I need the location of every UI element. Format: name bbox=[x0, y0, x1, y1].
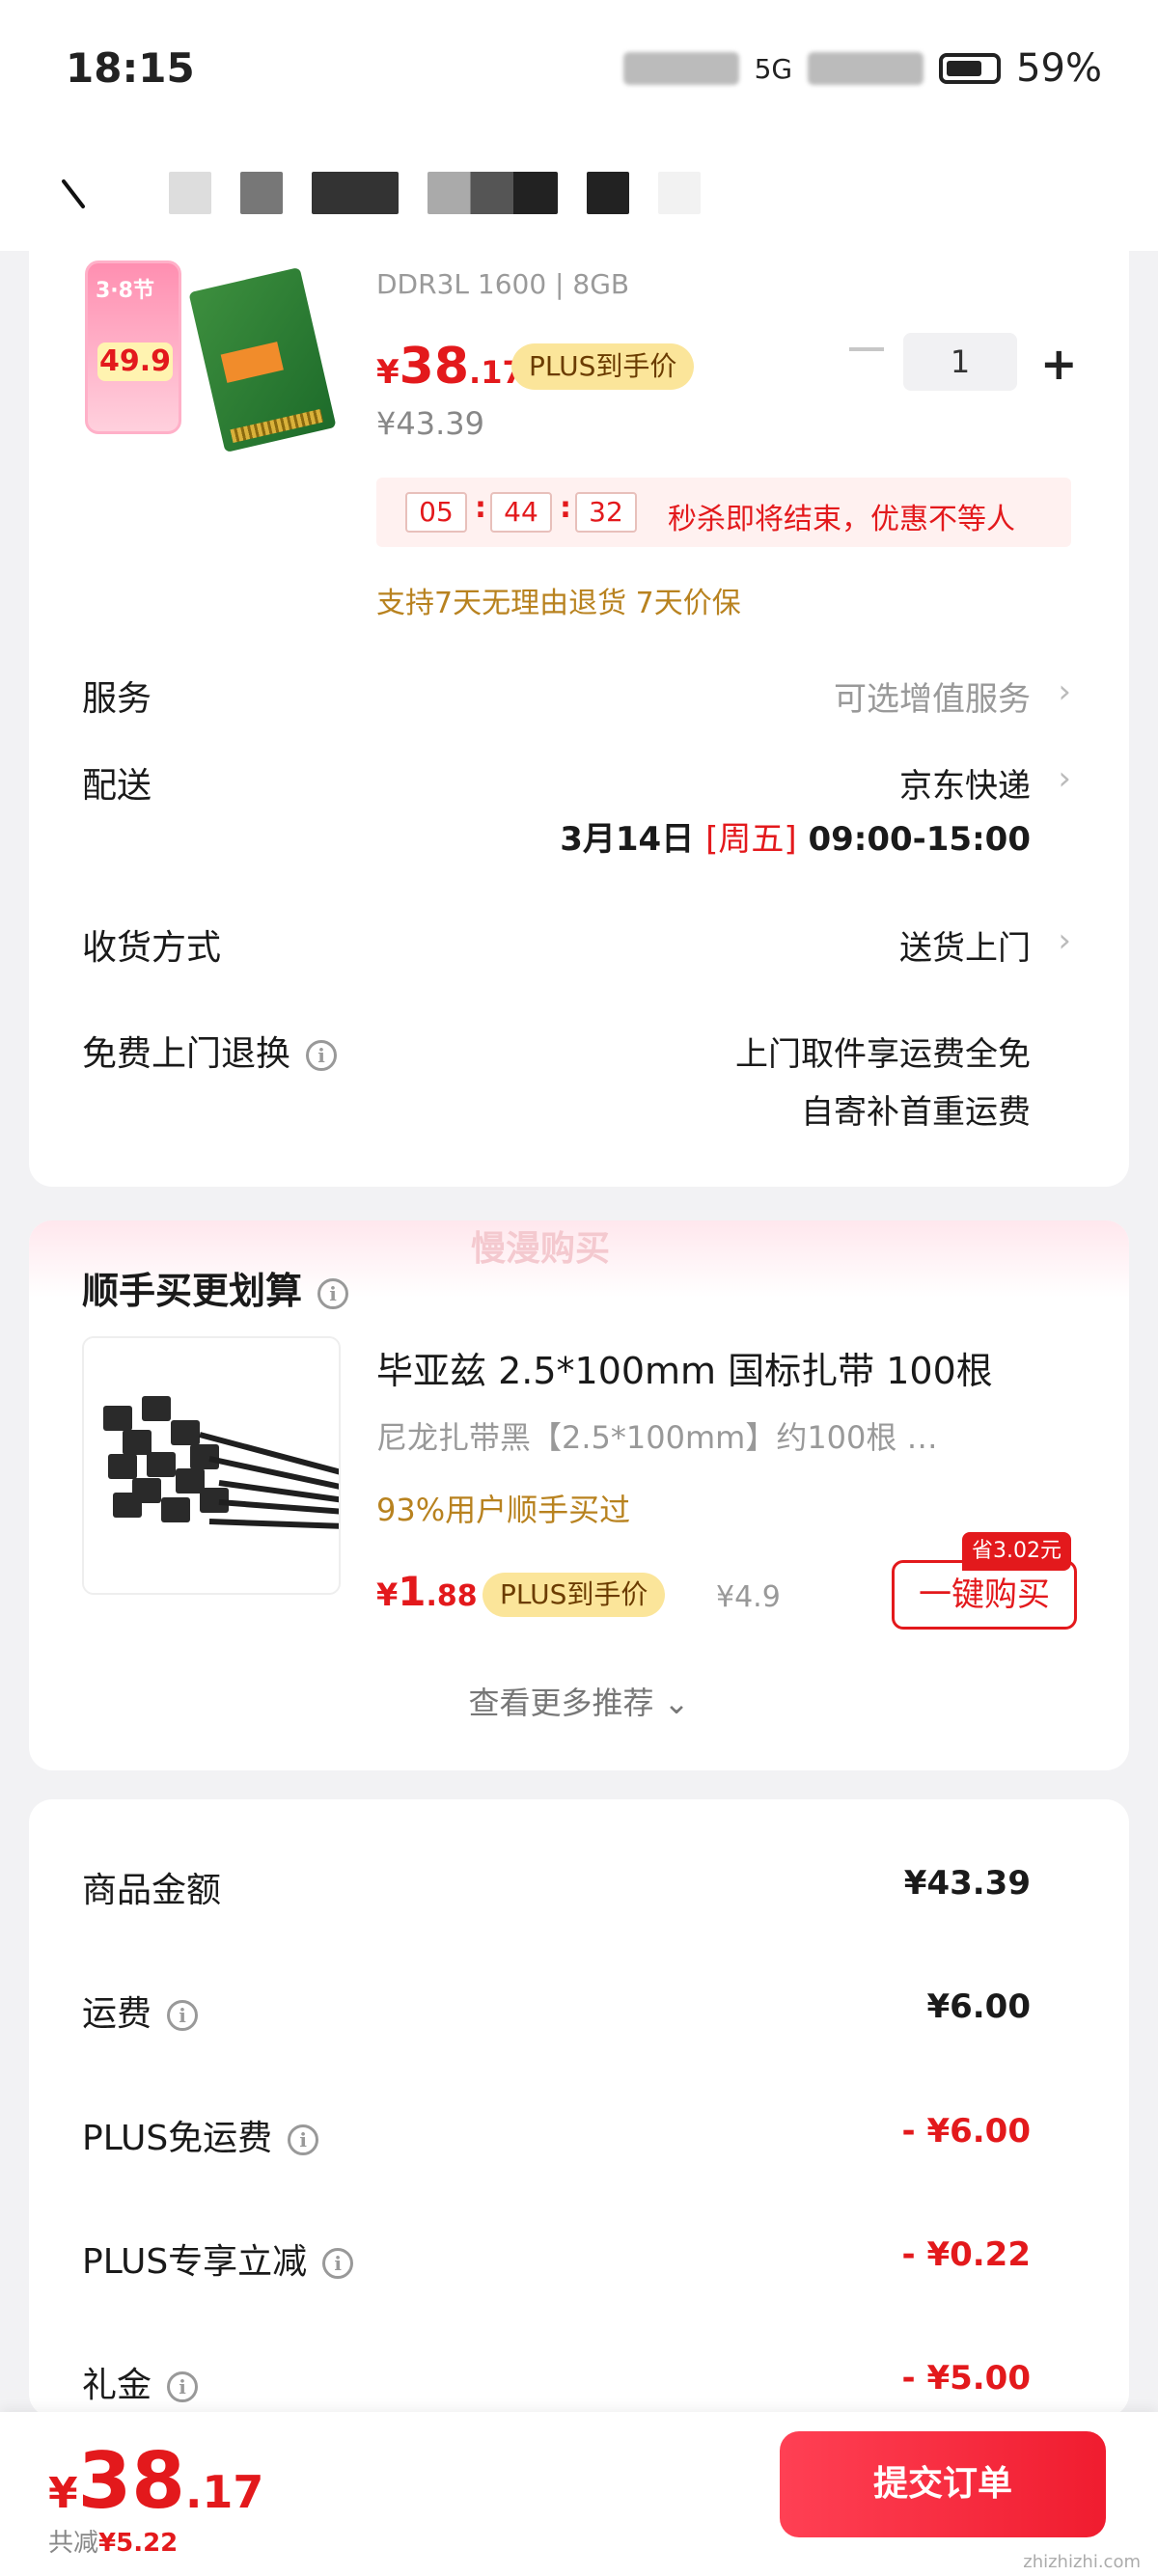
quantity-minus-button[interactable] bbox=[849, 347, 884, 351]
countdown-hours: 05 bbox=[405, 492, 467, 533]
service-value[interactable]: 可选增值服务 bbox=[834, 672, 1031, 720]
product-price: ¥38.17 bbox=[376, 338, 524, 396]
summary-label: PLUS专享立减 i bbox=[82, 2233, 354, 2284]
chevron-right-icon[interactable]: › bbox=[1058, 672, 1071, 711]
summary-value: - ¥6.00 bbox=[901, 2112, 1032, 2151]
receive-method-label: 收货方式 bbox=[82, 928, 222, 968]
recommend-title-text: 顺手买更划算 bbox=[82, 1270, 303, 1312]
free-return-value-2: 自寄补首重运费 bbox=[801, 1093, 1031, 1132]
plus-price-tag: PLUS到手价 bbox=[482, 1573, 666, 1617]
free-return-label-text: 免费上门退换 bbox=[82, 1034, 291, 1074]
promo-tag-title: 3·8节 bbox=[96, 279, 154, 303]
delivery-time: 09:00-15:00 bbox=[808, 820, 1031, 859]
flash-sale-countdown: 05 : 44 : 32 秒杀即将结束，优惠不等人 bbox=[376, 478, 1071, 547]
recommend-item-subtitle[interactable]: 尼龙扎带黑【2.5*100mm】约100根 … bbox=[376, 1413, 938, 1458]
recommend-item-title[interactable]: 毕亚兹 2.5*100mm 国标扎带 100根 bbox=[376, 1341, 993, 1394]
quantity-plus-button[interactable]: + bbox=[1040, 342, 1078, 386]
countdown-minutes: 44 bbox=[490, 492, 552, 533]
summary-label: 礼金 i bbox=[82, 2357, 199, 2407]
chevron-right-icon[interactable]: › bbox=[1058, 759, 1071, 798]
cable-ties-image bbox=[103, 1396, 339, 1529]
header-watermark: 慢漫购买 bbox=[471, 1229, 611, 1269]
more-recommend-link[interactable]: 查看更多推荐 ⌄ bbox=[0, 1679, 1158, 1723]
delivery-date-day: 3月14日 bbox=[560, 820, 695, 859]
saved-label: 共减 bbox=[48, 2529, 99, 2558]
summary-label: 商品金额 bbox=[82, 1862, 221, 1912]
plus-price-tag: PLUS到手价 bbox=[511, 343, 695, 390]
promo-tag-image: 3·8节 49.9 bbox=[85, 260, 181, 434]
wifi-icon bbox=[808, 52, 924, 85]
countdown-text: 秒杀即将结束，优惠不等人 bbox=[668, 503, 1015, 536]
info-icon[interactable]: i bbox=[322, 2248, 354, 2279]
summary-value: - ¥0.22 bbox=[901, 2235, 1032, 2274]
summary-value: ¥6.00 bbox=[926, 1987, 1031, 2026]
delivery-label: 配送 bbox=[82, 766, 152, 806]
status-icons: 5G 59% bbox=[622, 46, 1102, 91]
summary-label-text: PLUS专享立减 bbox=[82, 2242, 308, 2282]
info-icon[interactable]: i bbox=[167, 2371, 199, 2402]
promo-tag-price: 49.9 bbox=[97, 343, 173, 381]
receive-method-value[interactable]: 送货上门 bbox=[899, 921, 1031, 969]
countdown-seconds: 32 bbox=[575, 492, 637, 533]
summary-label-text: 运费 bbox=[82, 1994, 152, 2034]
recommend-item-bought: 93%用户顺手买过 bbox=[376, 1492, 631, 1528]
battery-icon bbox=[939, 53, 1002, 84]
recommend-item-image[interactable] bbox=[82, 1336, 341, 1595]
product-old-price: ¥43.39 bbox=[376, 405, 484, 442]
recommend-item-price: ¥1.88 bbox=[376, 1568, 478, 1615]
status-time: 18:15 bbox=[66, 44, 195, 92]
recommend-title: 顺手买更划算 i bbox=[82, 1261, 349, 1314]
service-label: 服务 bbox=[82, 679, 152, 719]
info-icon[interactable]: i bbox=[167, 2000, 199, 2031]
free-return-value-1: 上门取件享运费全免 bbox=[735, 1035, 1031, 1074]
summary-value: - ¥5.00 bbox=[901, 2359, 1032, 2398]
quantity-input[interactable]: 1 bbox=[903, 333, 1017, 391]
back-icon[interactable] bbox=[58, 174, 96, 212]
network-label: 5G bbox=[754, 52, 793, 85]
summary-label: PLUS免运费 i bbox=[82, 2110, 319, 2160]
info-icon[interactable]: i bbox=[306, 1040, 338, 1071]
product-image[interactable]: 3·8节 49.9 bbox=[85, 260, 337, 453]
site-watermark-url: zhizhizhi.com bbox=[1023, 2552, 1141, 2572]
battery-percent: 59% bbox=[1016, 46, 1102, 91]
chevron-right-icon[interactable]: › bbox=[1058, 921, 1071, 960]
total-saved: 共减¥5.22 bbox=[48, 2523, 178, 2559]
delivery-value[interactable]: 京东快递 bbox=[899, 759, 1031, 807]
summary-value: ¥43.39 bbox=[903, 1864, 1031, 1903]
summary-label-text: PLUS免运费 bbox=[82, 2119, 273, 2158]
recommend-item-old-price: ¥4.9 bbox=[716, 1580, 781, 1614]
delivery-date: 3月14日 [周五] 09:00-15:00 bbox=[560, 812, 1031, 860]
info-icon[interactable]: i bbox=[288, 2124, 319, 2155]
summary-label: 运费 i bbox=[82, 1986, 199, 2036]
delivery-weekday: [周五] bbox=[705, 820, 797, 859]
summary-label-text: 商品金额 bbox=[82, 1871, 222, 1910]
saved-value: ¥5.22 bbox=[98, 2529, 179, 2558]
total-price: ¥38.17 bbox=[48, 2436, 264, 2526]
free-return-label: 免费上门退换 i bbox=[82, 1026, 338, 1076]
ram-stick-image bbox=[188, 266, 337, 453]
summary-label-text: 礼金 bbox=[82, 2366, 152, 2405]
submit-order-button[interactable]: 提交订单 bbox=[780, 2431, 1106, 2537]
nav-title-redacted bbox=[169, 172, 701, 214]
save-badge: 省3.02元 bbox=[962, 1532, 1071, 1571]
info-icon[interactable]: i bbox=[317, 1277, 349, 1309]
signal-icon bbox=[622, 52, 739, 85]
guarantee-text: 支持7天无理由退货 7天价保 bbox=[376, 587, 741, 620]
product-spec: DDR3L 1600 | 8GB bbox=[376, 268, 630, 300]
